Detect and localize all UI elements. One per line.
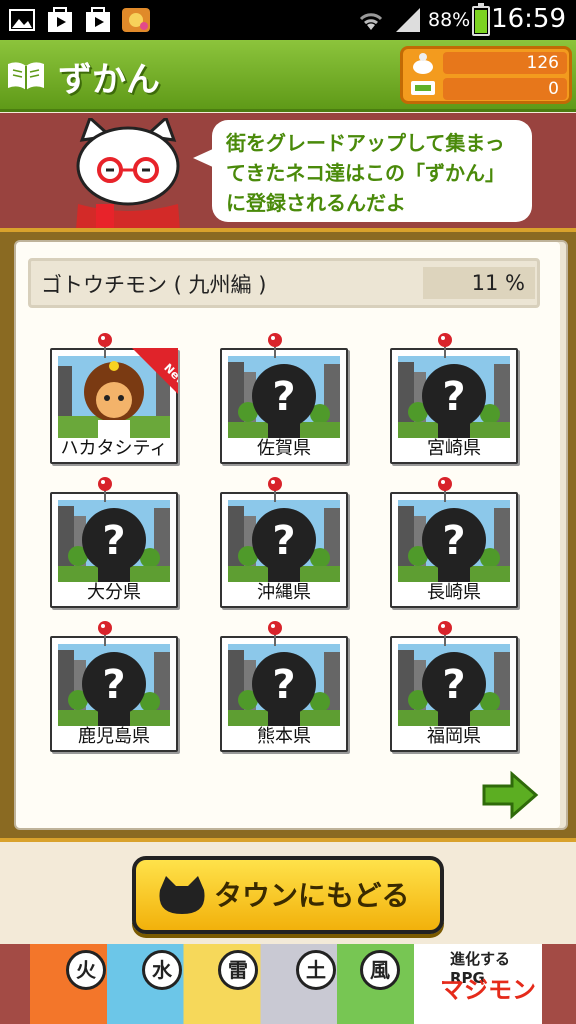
play-store-icon-2 <box>86 7 110 32</box>
ad-wind-badge: 風 <box>360 950 400 990</box>
svg-text:?: ? <box>102 518 125 564</box>
app-notification-icon <box>122 8 150 32</box>
unknown-cat-silhouette-icon: ? <box>58 500 170 582</box>
pin-icon <box>98 333 112 358</box>
card-label: 鹿児島県 <box>78 726 150 747</box>
coin-count: 126 <box>443 52 567 74</box>
card-hakata-city[interactable]: New ハカタシティ <box>50 348 178 464</box>
ad-water-badge: 水 <box>142 950 182 990</box>
pin-icon <box>438 333 452 358</box>
card-oita[interactable]: ? 大分県 <box>50 492 178 608</box>
unknown-cat-silhouette-icon: ? <box>228 500 340 582</box>
completion-percent: 11 % <box>423 267 535 299</box>
book-icon <box>8 62 44 90</box>
ad-image: 火 水 雷 土 風 進化するRPG マジモン <box>30 944 542 1024</box>
svg-text:?: ? <box>442 374 465 420</box>
battery-icon <box>472 3 490 36</box>
card-photo-locked: ? <box>398 644 510 726</box>
card-label: 熊本県 <box>257 726 311 747</box>
pin-icon <box>438 477 452 502</box>
card-photo-locked: ? <box>58 500 170 582</box>
back-to-town-label: タウンにもどる <box>214 879 410 912</box>
pin-icon <box>268 333 282 358</box>
collection-header: ゴトウチモン ( 九州編 ) 11 % <box>28 258 540 308</box>
pin-icon <box>98 621 112 646</box>
cat-head-icon <box>159 876 205 914</box>
gem-count: 0 <box>443 78 567 100</box>
battery-percent: 88% <box>428 9 471 31</box>
pin-icon <box>438 621 452 646</box>
unknown-cat-silhouette-icon: ? <box>228 644 340 726</box>
svg-text:?: ? <box>102 662 125 708</box>
card-label: 宮崎県 <box>427 438 481 459</box>
pin-icon <box>268 621 282 646</box>
card-kumamoto[interactable]: ? 熊本県 <box>220 636 348 752</box>
unknown-cat-silhouette-icon: ? <box>398 500 510 582</box>
new-badge: New <box>132 348 178 394</box>
card-label: 佐賀県 <box>257 438 311 459</box>
card-photo-locked: ? <box>398 356 510 438</box>
ad-earth-badge: 土 <box>296 950 336 990</box>
speech-bubble: 街をグレードアップして集まってきたネコ達はこの「ずかん」に登録されるんだよ <box>212 120 532 222</box>
card-label: 沖縄県 <box>257 582 311 603</box>
card-saga[interactable]: ? 佐賀県 <box>220 348 348 464</box>
card-okinawa[interactable]: ? 沖縄県 <box>220 492 348 608</box>
cat-mascot-icon <box>76 118 180 230</box>
card-kagoshima[interactable]: ? 鹿児島県 <box>50 636 178 752</box>
back-to-town-button[interactable]: タウンにもどる <box>132 856 444 934</box>
card-fukuoka[interactable]: ? 福岡県 <box>390 636 518 752</box>
svg-text:?: ? <box>272 518 295 564</box>
next-page-arrow-icon[interactable] <box>480 770 540 820</box>
card-photo-locked: ? <box>58 644 170 726</box>
card-photo-locked: ? <box>228 644 340 726</box>
unknown-cat-silhouette-icon: ? <box>398 356 510 438</box>
currency-panel: 126 0 <box>400 46 572 104</box>
card-label: 大分県 <box>87 582 141 603</box>
unknown-cat-silhouette-icon: ? <box>398 644 510 726</box>
svg-text:?: ? <box>442 518 465 564</box>
clock: 16:59 <box>491 4 566 34</box>
ad-thunder-badge: 雷 <box>218 950 258 990</box>
gallery-icon <box>9 9 35 31</box>
card-label: ハカタシティ <box>60 438 168 459</box>
card-photo-locked: ? <box>398 500 510 582</box>
status-bar: 88% 16:59 <box>0 0 576 40</box>
ticket-icon <box>411 81 435 95</box>
card-nagasaki[interactable]: ? 長崎県 <box>390 492 518 608</box>
collection-name: ゴトウチモン ( 九州編 ) <box>41 273 267 297</box>
ad-banner[interactable]: 火 水 雷 土 風 進化するRPG マジモン <box>0 944 576 1024</box>
unknown-cat-silhouette-icon: ? <box>228 356 340 438</box>
coin-bag-icon <box>413 53 433 74</box>
signal-icon <box>396 8 420 32</box>
card-photo-locked: ? <box>228 356 340 438</box>
card-photo-locked: ? <box>228 500 340 582</box>
page-title: ずかん <box>58 60 160 100</box>
svg-text:?: ? <box>272 662 295 708</box>
unknown-cat-silhouette-icon: ? <box>58 644 170 726</box>
play-store-icon <box>48 7 72 32</box>
ad-title: マジモン <box>440 976 536 1004</box>
ad-fire-badge: 火 <box>66 950 106 990</box>
pin-icon <box>268 477 282 502</box>
card-miyazaki[interactable]: ? 宮崎県 <box>390 348 518 464</box>
svg-text:?: ? <box>272 374 295 420</box>
wifi-icon <box>359 13 383 30</box>
card-label: 福岡県 <box>427 726 481 747</box>
pin-icon <box>98 477 112 502</box>
svg-text:?: ? <box>442 662 465 708</box>
card-label: 長崎県 <box>427 582 481 603</box>
